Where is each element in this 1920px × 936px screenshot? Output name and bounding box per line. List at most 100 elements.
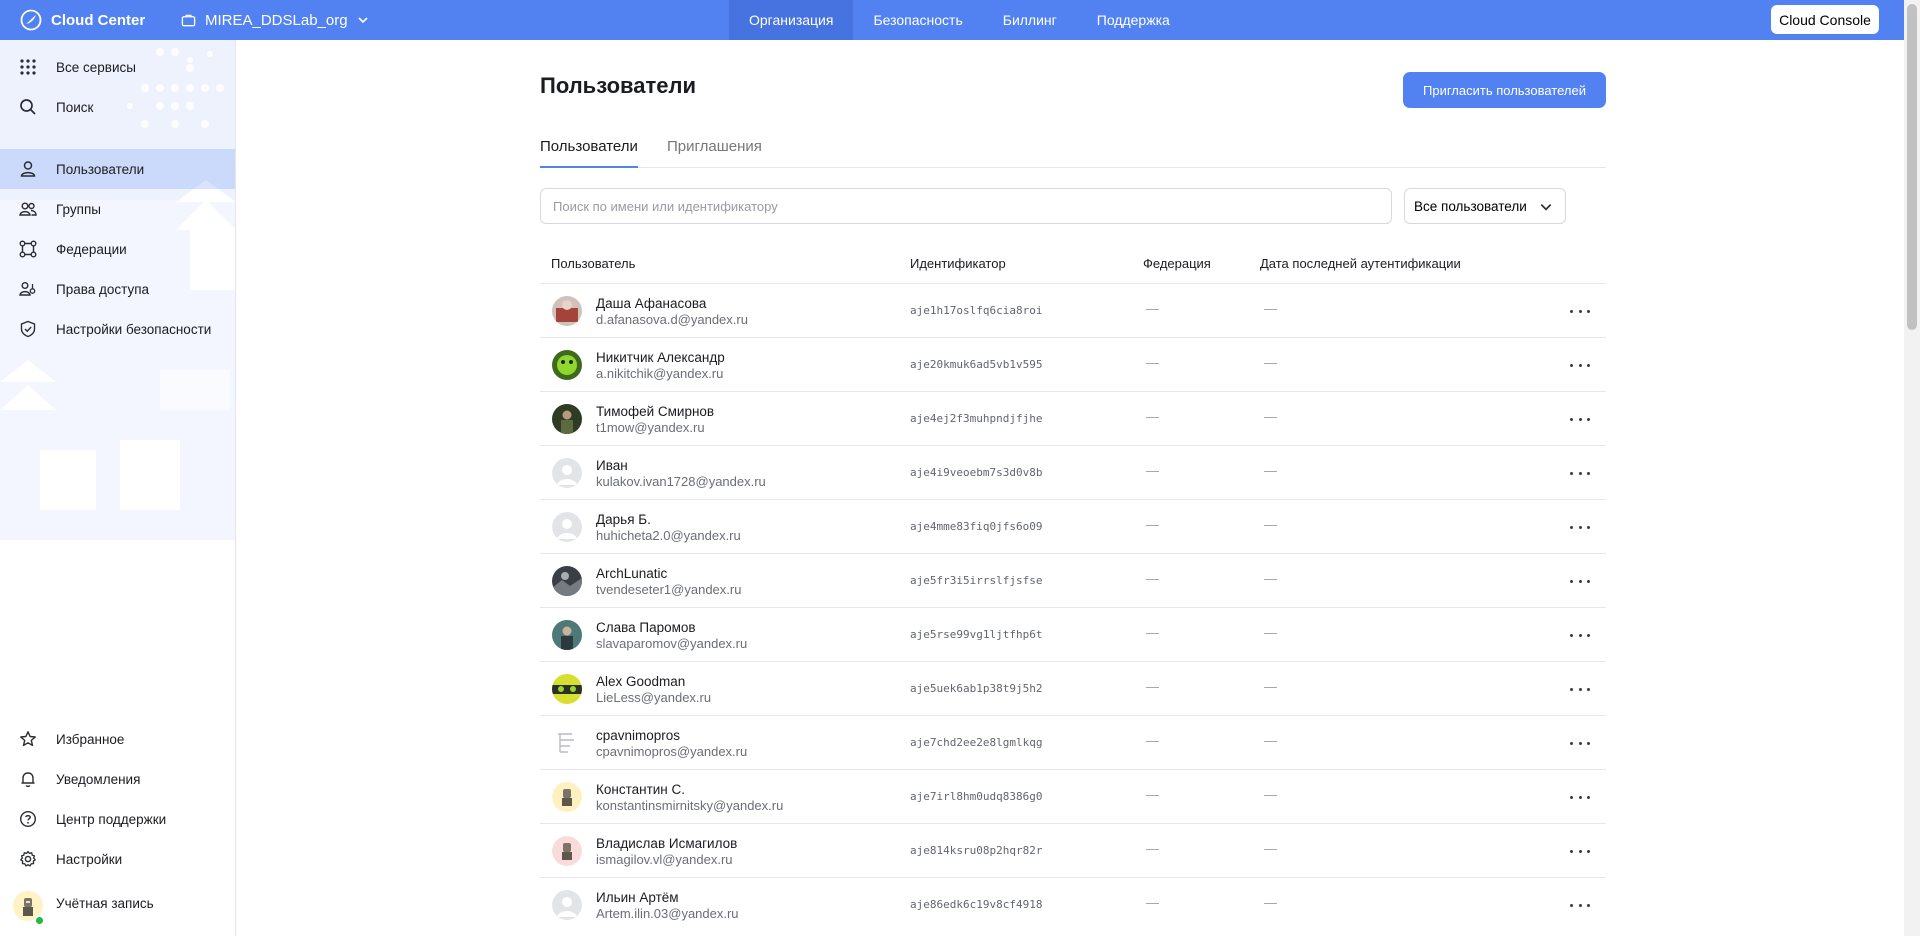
row-actions-menu-icon[interactable] — [1570, 302, 1590, 320]
sidebar-item-label: Уведомления — [56, 771, 141, 787]
table-row[interactable]: Иван kulakov.ivan1728@yandex.ru aje4i9veoe… — [540, 445, 1606, 499]
user-federation: — — [1146, 301, 1159, 316]
search-icon — [20, 99, 36, 115]
row-actions-menu-icon[interactable] — [1570, 626, 1590, 644]
org-switcher[interactable]: MIREA_DDSLab_org — [181, 0, 369, 40]
user-email: d.afanasova.d@yandex.ru — [596, 312, 748, 327]
table-row[interactable]: Alex Goodman LieLess@yandex.ru aje5uek6ab1… — [540, 661, 1606, 715]
sidebar-item-security-settings[interactable]: Настройки безопасности — [0, 309, 235, 349]
tabs: Пользователи Приглашения — [540, 138, 1606, 168]
user-email: cpavnimopros@yandex.ru — [596, 744, 748, 759]
table-row[interactable]: cpavnimopros cpavnimopros@yandex.ru aje7ch… — [540, 715, 1606, 769]
row-actions-menu-icon[interactable] — [1570, 572, 1590, 590]
table-row[interactable]: Даша Афанасова d.afanasova.d@yandex.ru aje… — [540, 283, 1606, 337]
user-last-auth: — — [1264, 355, 1277, 370]
tab-invitations[interactable]: Приглашения — [667, 138, 762, 168]
sidebar-item-groups[interactable]: Группы — [0, 189, 235, 229]
user-id: aje4i9veoebm7s3d0v8b — [910, 466, 1043, 479]
gear-icon — [20, 850, 36, 867]
sidebar-item-label: Поиск — [56, 99, 94, 115]
table-row[interactable]: Слава Паромов slavaparomov@yandex.ru aje5r… — [540, 607, 1606, 661]
user-last-auth: — — [1264, 571, 1277, 586]
user-avatar — [552, 350, 582, 380]
user-federation: — — [1146, 517, 1159, 532]
row-actions-menu-icon[interactable] — [1570, 518, 1590, 536]
user-id: aje7irl8hm0udq8386g0 — [910, 790, 1043, 803]
user-name: Даша Афанасова — [596, 296, 707, 311]
sidebar-item-federations[interactable]: Федерации — [0, 229, 235, 269]
row-actions-menu-icon[interactable] — [1570, 464, 1590, 482]
sidebar-item-search[interactable]: Поиск — [0, 87, 235, 127]
sidebar-item-label: Центр поддержки — [56, 811, 167, 827]
user-id: aje86edk6c19v8cf4918 — [910, 898, 1043, 911]
sidebar-item-label: Группы — [56, 201, 101, 217]
topnav-label: Поддержка — [1096, 12, 1170, 28]
user-last-auth: — — [1264, 679, 1277, 694]
row-actions-menu-icon[interactable] — [1570, 410, 1590, 428]
user-email: a.nikitchik@yandex.ru — [596, 366, 724, 381]
invite-users-button[interactable]: Пригласить пользователей — [1403, 72, 1606, 108]
user-last-auth: — — [1264, 409, 1277, 424]
table-row[interactable]: Никитчик Александр a.nikitchik@yandex.ru a… — [540, 337, 1606, 391]
sidebar-item-settings[interactable]: Настройки — [0, 839, 235, 879]
user-federation: — — [1146, 625, 1159, 640]
user-avatar — [552, 296, 582, 326]
user-avatar — [552, 782, 582, 812]
table-row[interactable]: Дарья Б. huhicheta2.0@yandex.ru aje4mme83f… — [540, 499, 1606, 553]
column-header-last-auth: Дата последней аутентификации — [1260, 256, 1461, 271]
topnav-support[interactable]: Поддержка — [1077, 0, 1190, 40]
row-actions-menu-icon[interactable] — [1570, 680, 1590, 698]
user-name: Alex Goodman — [596, 674, 686, 689]
user-name: Слава Паромов — [596, 620, 696, 635]
table-row[interactable]: Ильин Артём Artem.ilin.03@yandex.ru aje86e… — [540, 877, 1606, 931]
user-federation: — — [1146, 355, 1159, 370]
topnav-organization[interactable]: Организация — [729, 0, 854, 40]
sidebar-item-all-services[interactable]: Все сервисы — [0, 47, 235, 87]
user-last-auth: — — [1264, 733, 1277, 748]
top-bar: Cloud Center MIREA_DDSLab_org Организаци… — [0, 0, 1920, 40]
row-actions-menu-icon[interactable] — [1570, 896, 1590, 914]
search-input[interactable] — [540, 188, 1392, 224]
brand-title: Cloud Center — [51, 11, 146, 29]
scrollbar-thumb[interactable] — [1907, 4, 1917, 330]
user-id: aje5uek6ab1p38t9j5h2 — [910, 682, 1043, 695]
sidebar-item-label: Все сервисы — [56, 59, 136, 75]
tab-users[interactable]: Пользователи — [540, 138, 638, 168]
filter-value: Все пользователи — [1414, 198, 1527, 214]
table-row[interactable]: Владислав Исмагилов ismagilov.vl@yandex.r… — [540, 823, 1606, 877]
user-id: aje5fr3i5irrslfjsfse — [910, 574, 1043, 587]
user-avatar — [552, 620, 582, 650]
row-actions-menu-icon[interactable] — [1570, 356, 1590, 374]
sidebar-item-notifications[interactable]: Уведомления — [0, 759, 235, 799]
user-name: Иван — [596, 458, 628, 473]
topnav-security[interactable]: Безопасность — [853, 0, 982, 40]
cloud-console-button[interactable]: Cloud Console — [1771, 5, 1879, 34]
row-actions-menu-icon[interactable] — [1570, 734, 1590, 752]
table-row[interactable]: Константин С. konstantinsmirnitsky@yandex… — [540, 769, 1606, 823]
sidebar-item-users[interactable]: Пользователи — [0, 149, 235, 189]
user-last-auth: — — [1264, 463, 1277, 478]
sidebar-item-access-rights[interactable]: Права доступа — [0, 269, 235, 309]
federation-icon — [19, 240, 37, 258]
row-actions-menu-icon[interactable] — [1570, 788, 1590, 806]
user-id: aje4ej2f3muhpndjfjhe — [910, 412, 1043, 425]
row-actions-menu-icon[interactable] — [1570, 842, 1590, 860]
user-federation: — — [1146, 895, 1159, 910]
table-row[interactable]: ArchLunatic tvendeseter1@yandex.ru aje5fr3… — [540, 553, 1606, 607]
user-filter-select[interactable]: Все пользователи — [1404, 188, 1566, 224]
column-header-id: Идентификатор — [910, 256, 1006, 271]
user-name: cpavnimopros — [596, 728, 681, 743]
brand[interactable]: Cloud Center — [20, 0, 145, 40]
topnav-billing[interactable]: Биллинг — [983, 0, 1077, 40]
user-email: kulakov.ivan1728@yandex.ru — [596, 474, 766, 489]
sidebar-item-support-center[interactable]: Центр поддержки — [0, 799, 235, 839]
sidebar-item-account[interactable]: Учётная запись — [0, 879, 235, 927]
user-email: LieLess@yandex.ru — [596, 690, 712, 705]
star-icon — [20, 731, 36, 747]
top-nav: Организация Безопасность Биллинг Поддерж… — [729, 0, 1190, 40]
sidebar-item-favorites[interactable]: Избранное — [0, 719, 235, 759]
user-email: huhicheta2.0@yandex.ru — [596, 528, 741, 543]
table-row[interactable]: Тимофей Смирнов t1mow@yandex.ru aje4ej2f3m… — [540, 391, 1606, 445]
sidebar-item-label: Избранное — [56, 731, 125, 747]
user-avatar — [552, 728, 582, 758]
